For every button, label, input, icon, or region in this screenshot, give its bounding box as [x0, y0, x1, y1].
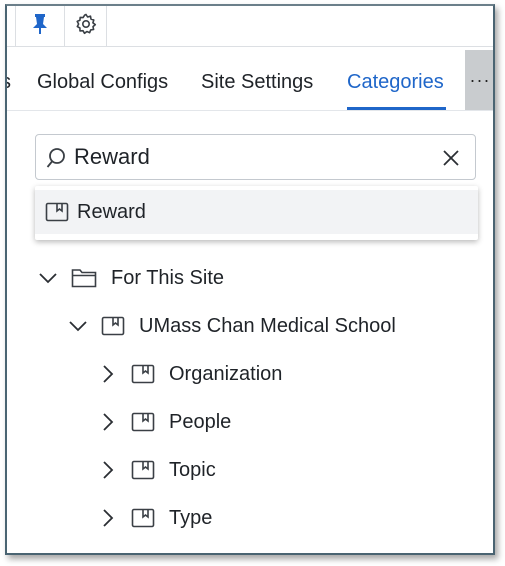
categories-panel: s Global Configs Site Settings Categorie… [5, 4, 495, 555]
chevron-down-icon[interactable] [67, 320, 89, 332]
search-results-dropdown: Reward [35, 186, 478, 240]
category-icon [131, 460, 155, 480]
tree-item-label: Organization [169, 362, 283, 385]
search-icon [46, 146, 70, 175]
category-icon [101, 316, 125, 336]
category-icon [131, 508, 155, 528]
search-box [35, 134, 476, 180]
category-icon [45, 202, 69, 222]
tree-item-label: For This Site [111, 266, 224, 289]
chevron-right-icon[interactable] [97, 364, 119, 384]
tree-item-label: UMass Chan Medical School [139, 314, 396, 337]
top-toolbar [7, 6, 493, 47]
tree-item-topic[interactable]: Topic [97, 452, 216, 488]
gear-icon [74, 12, 98, 41]
tree-item-label: Type [169, 506, 213, 529]
chevron-right-icon[interactable] [97, 508, 119, 528]
category-icon [131, 364, 155, 384]
chevron-right-icon[interactable] [97, 412, 119, 432]
search-result-label: Reward [77, 200, 146, 223]
tree-item-organization[interactable]: Organization [97, 356, 282, 392]
search-input[interactable] [74, 141, 434, 173]
settings-button[interactable] [65, 6, 107, 46]
pin-icon [31, 13, 49, 40]
folder-icon [71, 268, 97, 288]
tab-categories[interactable]: Categories [347, 54, 446, 110]
tree-item-people[interactable]: People [97, 404, 231, 440]
tree-item-for-this-site[interactable]: For This Site [37, 260, 224, 296]
chevron-down-icon[interactable] [37, 272, 59, 284]
tree-item-label: People [169, 410, 232, 433]
tab-global-configs[interactable]: Global Configs [37, 54, 168, 110]
search-result-option[interactable]: Reward [35, 190, 478, 234]
pin-button[interactable] [15, 6, 65, 46]
tab-site-settings[interactable]: Site Settings [201, 54, 313, 110]
tab-truncated[interactable]: s [7, 54, 11, 110]
more-tabs-button[interactable]: ··· [465, 50, 493, 110]
tree-item-umass-chan[interactable]: UMass Chan Medical School [67, 308, 396, 344]
clear-icon[interactable] [440, 147, 462, 174]
tab-bar: s Global Configs Site Settings Categorie… [7, 54, 493, 111]
chevron-right-icon[interactable] [97, 460, 119, 480]
category-icon [131, 412, 155, 432]
tree-item-label: Topic [169, 458, 216, 481]
tree-item-type[interactable]: Type [97, 500, 212, 536]
